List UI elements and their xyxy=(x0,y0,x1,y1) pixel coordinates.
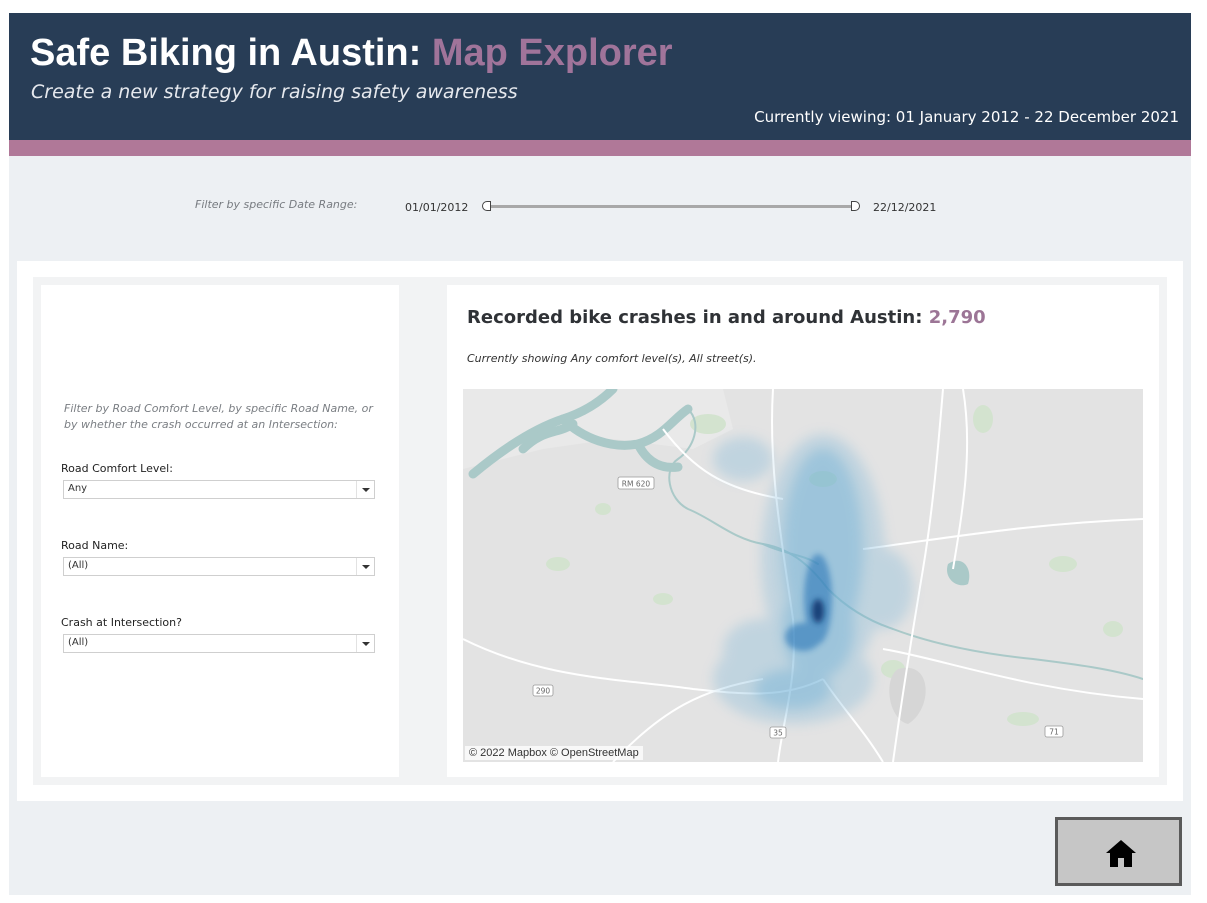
chevron-down-icon[interactable] xyxy=(356,558,374,575)
crash-heatmap[interactable]: RM 620 290 71 35 © 2022 Mapbox © OpenStr… xyxy=(463,389,1143,762)
map-canvas[interactable]: RM 620 290 71 35 xyxy=(463,389,1143,762)
date-slider-end-handle[interactable] xyxy=(851,201,860,211)
map-panel: Recorded bike crashes in and around Aust… xyxy=(447,285,1159,777)
road-comfort-value: Any xyxy=(68,483,88,494)
map-attribution[interactable]: © 2022 Mapbox © OpenStreetMap xyxy=(465,746,643,760)
home-button[interactable] xyxy=(1055,817,1182,886)
intersection-dropdown[interactable]: (All) xyxy=(63,634,375,653)
road-label-71: 71 xyxy=(1044,725,1064,738)
date-start-value: 01/01/2012 xyxy=(405,201,469,214)
date-filter-label: Filter by specific Date Range: xyxy=(195,198,358,211)
title-accent: Map Explorer xyxy=(431,32,673,74)
filter-panel: Filter by Road Comfort Level, by specifi… xyxy=(41,285,399,777)
road-name-dropdown[interactable]: (All) xyxy=(63,557,375,576)
svg-text:RM 620: RM 620 xyxy=(622,480,651,489)
filter-instructions: Filter by Road Comfort Level, by specifi… xyxy=(64,402,373,431)
road-label-35: 35 xyxy=(769,726,787,739)
date-range-slider[interactable] xyxy=(486,205,856,208)
chevron-down-icon[interactable] xyxy=(356,635,374,652)
svg-text:35: 35 xyxy=(773,729,783,738)
road-name-value: (All) xyxy=(68,560,89,571)
page-title: Safe Biking in Austin: Map Explorer xyxy=(30,31,673,75)
home-icon xyxy=(1106,840,1136,867)
road-label-rm620: RM 620 xyxy=(617,476,655,490)
map-title: Recorded bike crashes in and around Aust… xyxy=(467,307,986,328)
heatmap-hotspot xyxy=(812,599,824,623)
road-label-290: 290 xyxy=(532,684,554,697)
chevron-down-icon[interactable] xyxy=(356,481,374,498)
road-comfort-label: Road Comfort Level: xyxy=(61,462,173,475)
road-name-label: Road Name: xyxy=(61,539,129,552)
map-subtitle: Currently showing Any comfort level(s), … xyxy=(467,352,757,365)
dashboard: Safe Biking in Austin: Map Explorer Crea… xyxy=(9,13,1191,895)
date-end-value: 22/12/2021 xyxy=(873,201,937,214)
svg-text:290: 290 xyxy=(536,687,551,696)
svg-text:71: 71 xyxy=(1049,728,1059,737)
intersection-label: Crash at Intersection? xyxy=(61,616,182,629)
header-banner: Safe Biking in Austin: Map Explorer Crea… xyxy=(9,13,1191,140)
date-slider-start-handle[interactable] xyxy=(482,201,491,211)
header-stripe xyxy=(9,140,1191,156)
map-title-text: Recorded bike crashes in and around Aust… xyxy=(467,307,929,328)
page-subtitle: Create a new strategy for raising safety… xyxy=(31,81,518,103)
content-inner: Filter by Road Comfort Level, by specifi… xyxy=(33,277,1167,785)
title-main: Safe Biking in Austin: xyxy=(30,32,432,74)
crash-count: 2,790 xyxy=(928,307,986,328)
currently-viewing-text: Currently viewing: 01 January 2012 - 22 … xyxy=(754,108,1179,126)
content-area: Filter by Road Comfort Level, by specifi… xyxy=(17,261,1183,801)
road-comfort-dropdown[interactable]: Any xyxy=(63,480,375,499)
intersection-value: (All) xyxy=(68,637,89,648)
